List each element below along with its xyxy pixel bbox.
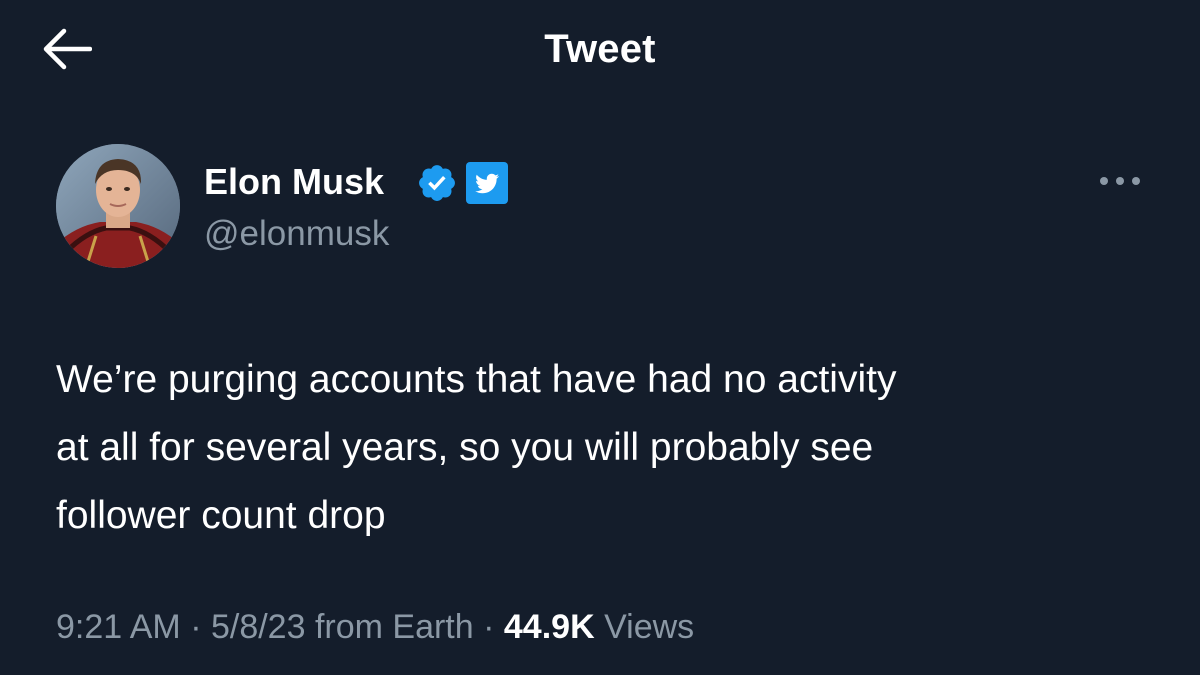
more-options-icon bbox=[1100, 177, 1140, 185]
tweet-meta: 9:21 AM · 5/8/23 from Earth · 44.9K View… bbox=[56, 605, 694, 649]
tweet-text: We’re purging accounts that have had no … bbox=[56, 346, 1156, 550]
tweet-text-line: We’re purging accounts that have had no … bbox=[56, 358, 897, 401]
tweet-screen: Tweet Elon Musk @elonmusk We’re purging … bbox=[0, 0, 1200, 675]
views-count: 44.9K bbox=[503, 608, 595, 646]
avatar[interactable] bbox=[56, 144, 180, 268]
page-title: Tweet bbox=[544, 27, 656, 71]
tweet-text-line: at all for several years, so you will pr… bbox=[56, 426, 874, 469]
tweet-date[interactable]: 5/8/23 bbox=[211, 608, 306, 646]
twitter-bird-icon[interactable] bbox=[466, 162, 508, 204]
tweet-text-line: follower count drop bbox=[56, 494, 386, 537]
verified-badge-icon[interactable] bbox=[416, 162, 458, 204]
meta-separator: · bbox=[180, 608, 211, 646]
meta-separator: · bbox=[473, 608, 504, 646]
tweet-time[interactable]: 9:21 AM bbox=[56, 608, 181, 646]
profile-photo bbox=[56, 144, 180, 268]
display-name[interactable]: Elon Musk bbox=[204, 160, 384, 204]
tweet-source: from Earth bbox=[305, 608, 474, 646]
badges bbox=[416, 162, 508, 204]
handle[interactable]: @elonmusk bbox=[204, 212, 389, 256]
more-options-button[interactable] bbox=[1092, 164, 1148, 198]
views-label: Views bbox=[594, 608, 695, 646]
